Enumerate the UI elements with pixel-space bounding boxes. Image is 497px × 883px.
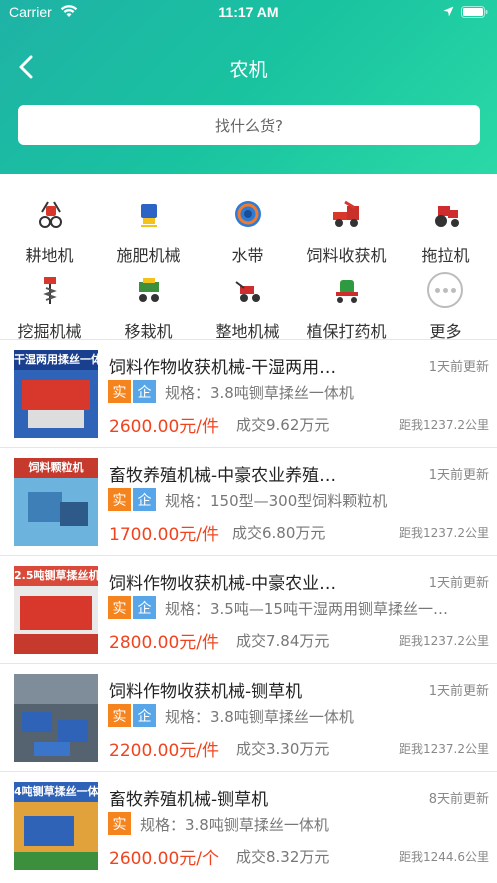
page-title: 农机 [229, 59, 268, 81]
deal-amount: 成交3.30万元 [236, 740, 330, 758]
thumbnail-caption: 4吨铡草揉丝一体机 [14, 782, 98, 802]
category-sprayer[interactable]: 植保打药机 [297, 264, 396, 341]
product-thumbnail: 2.5吨铡草揉丝机 [14, 566, 98, 654]
tractor-icon [435, 206, 459, 227]
status-bar: Carrier 11:17 AM [0, 0, 497, 26]
search-placeholder: 找什么货? [215, 116, 283, 135]
updated-time: 8天前更新 [428, 792, 489, 807]
distance: 距我1244.6公里 [399, 850, 489, 864]
thumbnail-caption: 干湿两用揉丝一体机 [14, 350, 98, 370]
fertilizer-spreader-icon [141, 204, 157, 227]
deal-amount: 成交8.32万元 [236, 848, 330, 866]
product-thumbnail [14, 674, 98, 762]
status-time: 11:17 AM [218, 4, 279, 20]
verified-badge: 实 [108, 596, 131, 619]
verified-badge: 实 [108, 380, 131, 403]
updated-time: 1天前更新 [428, 576, 489, 591]
tiller-icon [39, 201, 62, 228]
product-spec: 规格：3.8吨铡草揉丝一体机 [165, 384, 354, 402]
list-item[interactable]: 2.5吨铡草揉丝机 饲料作物收获机械-中豪农业… 1天前更新 实 企 规格：3.… [0, 555, 497, 663]
product-title: 饲料作物收获机械-干湿两用… [109, 358, 337, 378]
distance: 距我1237.2公里 [399, 742, 489, 756]
verified-badge: 实 [108, 812, 131, 835]
product-price: 2200.00元/件 [109, 741, 220, 761]
verified-badge: 实 [108, 488, 131, 511]
deal-amount: 成交6.80万元 [232, 524, 326, 542]
more-icon [427, 272, 463, 308]
distance: 距我1237.2公里 [399, 418, 489, 432]
water-hose-icon [235, 201, 261, 227]
forage-harvester-icon [333, 200, 359, 227]
sprayer-icon [336, 280, 358, 303]
enterprise-badge: 企 [133, 596, 156, 619]
category-tiller[interactable]: 耕地机 [0, 188, 99, 265]
distance: 距我1237.2公里 [399, 526, 489, 540]
product-spec: 规格：3.5吨—15吨干湿两用铡草揉丝一… [165, 600, 448, 618]
category-more[interactable]: 更多 [396, 264, 495, 341]
category-label: 施肥机械 [116, 246, 181, 265]
updated-time: 1天前更新 [428, 468, 489, 483]
updated-time: 1天前更新 [428, 360, 489, 375]
category-auger[interactable]: 挖掘机械 [0, 264, 99, 341]
product-spec: 规格：150型—300型饲料颗粒机 [165, 492, 388, 510]
category-label: 水带 [231, 246, 264, 265]
product-title: 畜牧养殖机械-铡草机 [109, 790, 269, 810]
category-grid: 耕地机 施肥机械 水带 饲料收获机 拖拉机 挖掘机械 移栽机 整地机械 植保打药… [0, 174, 497, 341]
category-forage-harvester[interactable]: 饲料收获机 [297, 188, 396, 265]
auger-icon [43, 277, 57, 304]
product-spec: 规格：3.8吨铡草揉丝一体机 [140, 816, 329, 834]
list-item[interactable]: 4吨铡草揉丝一体机 畜牧养殖机械-铡草机 8天前更新 实 规格：3.8吨铡草揉丝… [0, 771, 497, 879]
product-title: 饲料作物收获机械-中豪农业… [109, 574, 337, 594]
thumbnail-caption: 饲料颗粒机 [14, 458, 98, 478]
product-price: 2800.00元/件 [109, 633, 220, 653]
product-price: 2600.00元/件 [109, 417, 220, 437]
product-thumbnail: 饲料颗粒机 [14, 458, 98, 546]
updated-time: 1天前更新 [428, 684, 489, 699]
deal-amount: 成交9.62万元 [236, 416, 330, 434]
verified-badge: 实 [108, 704, 131, 727]
product-price: 2600.00元/个 [109, 849, 220, 869]
transplanter-icon [139, 278, 159, 302]
list-item[interactable]: 干湿两用揉丝一体机 饲料作物收获机械-干湿两用… 1天前更新 实 企 规格：3.… [0, 339, 497, 447]
header: Carrier 11:17 AM 农机 找什么货? [0, 0, 497, 174]
product-title: 饲料作物收获机械-铡草机 [109, 682, 303, 702]
category-label: 饲料收获机 [306, 246, 387, 265]
search-input[interactable]: 找什么货? [18, 105, 480, 145]
product-thumbnail: 干湿两用揉丝一体机 [14, 350, 98, 438]
product-price: 1700.00元/件 [109, 525, 220, 545]
enterprise-badge: 企 [133, 380, 156, 403]
product-list: 干湿两用揉丝一体机 饲料作物收获机械-干湿两用… 1天前更新 实 企 规格：3.… [0, 339, 497, 883]
deal-amount: 成交7.84万元 [236, 632, 330, 650]
category-label: 拖拉机 [421, 246, 470, 265]
list-item[interactable]: 饲料作物收获机械-铡草机 1天前更新 实 企 规格：3.8吨铡草揉丝一体机 22… [0, 663, 497, 771]
list-item[interactable]: 饲料颗粒机 畜牧养殖机械-中豪农业养殖… 1天前更新 实 企 规格：150型—3… [0, 447, 497, 555]
product-thumbnail: 4吨铡草揉丝一体机 [14, 782, 98, 870]
battery-icon [461, 6, 488, 18]
product-spec: 规格：3.8吨铡草揉丝一体机 [165, 708, 354, 726]
category-label: 耕地机 [25, 246, 74, 265]
product-title: 畜牧养殖机械-中豪农业养殖… [109, 466, 337, 486]
category-land-prep[interactable]: 整地机械 [198, 264, 297, 341]
category-water-hose[interactable]: 水带 [198, 188, 297, 265]
category-fertilizer[interactable]: 施肥机械 [99, 188, 198, 265]
enterprise-badge: 企 [133, 704, 156, 727]
category-tractor[interactable]: 拖拉机 [396, 188, 495, 265]
category-transplanter[interactable]: 移栽机 [99, 264, 198, 341]
location-arrow-icon [443, 6, 454, 17]
enterprise-badge: 企 [133, 488, 156, 511]
distance: 距我1237.2公里 [399, 634, 489, 648]
thumbnail-caption: 2.5吨铡草揉丝机 [14, 566, 98, 586]
land-prep-icon [235, 281, 260, 302]
